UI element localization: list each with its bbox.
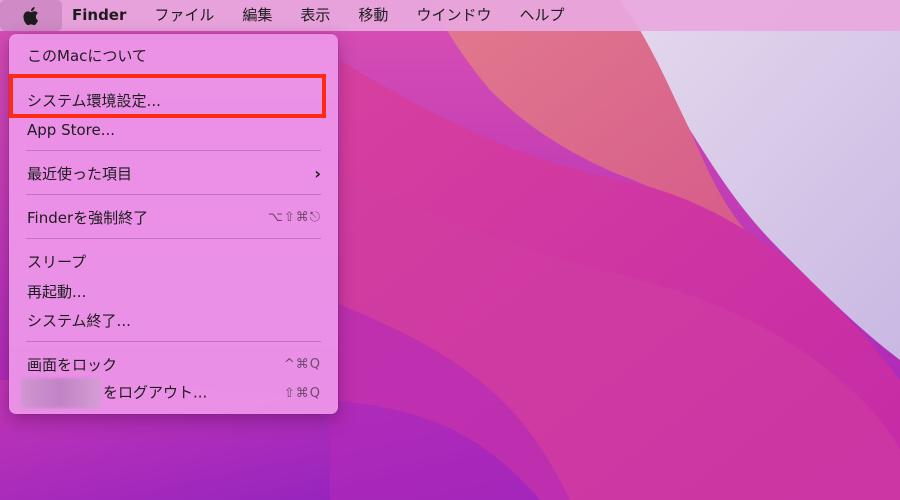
apple-menu-button[interactable] <box>0 0 62 31</box>
menu-item-sleep[interactable]: スリープ <box>9 248 338 274</box>
menu-item-label: スリープ <box>27 252 87 271</box>
menu-item-shut-down[interactable]: システム終了... <box>9 307 338 333</box>
menu-item-recent-items[interactable]: 最近使った項目 › <box>9 160 338 186</box>
menu-item-force-quit[interactable]: Finderを強制終了 ⌥⇧⌘⎋ <box>9 204 338 230</box>
menu-item-label: をログアウト... <box>103 383 208 402</box>
menu-item-label: システム終了... <box>27 311 131 330</box>
menu-item-log-out[interactable]: をログアウト... ⇧⌘Q <box>9 378 338 408</box>
apple-icon <box>22 6 38 25</box>
menu-separator <box>26 74 321 75</box>
menu-separator <box>26 238 321 239</box>
shortcut-force-quit: ⌥⇧⌘⎋ <box>267 209 321 225</box>
menu-item-label: システム環境設定... <box>27 91 161 110</box>
desktop: Finder ファイル 編集 表示 移動 ウインドウ ヘルプ このMacについて… <box>0 0 900 500</box>
menu-item-label: 最近使った項目 <box>27 164 133 183</box>
menu-item-restart[interactable]: 再起動... <box>9 278 338 304</box>
menu-window[interactable]: ウインドウ <box>402 0 505 31</box>
shortcut-lock-screen: ^⌘Q <box>283 356 321 372</box>
menu-item-lock-screen[interactable]: 画面をロック ^⌘Q <box>9 351 338 377</box>
menu-separator <box>26 194 321 195</box>
menu-separator <box>26 150 321 151</box>
shortcut-log-out: ⇧⌘Q <box>283 385 321 401</box>
menu-item-app-store[interactable]: App Store... <box>9 117 338 143</box>
chevron-right-icon: › <box>314 163 321 183</box>
menu-edit[interactable]: 編集 <box>228 0 286 31</box>
menu-go[interactable]: 移動 <box>344 0 402 31</box>
menu-finder[interactable]: Finder <box>62 0 140 31</box>
menu-item-label: App Store... <box>27 121 116 139</box>
menu-item-about-this-mac[interactable]: このMacについて <box>9 42 338 68</box>
menu-bar: Finder ファイル 編集 表示 移動 ウインドウ ヘルプ <box>0 0 900 31</box>
menu-item-label: Finderを強制終了 <box>27 208 149 227</box>
menu-item-label: 再起動... <box>27 282 87 301</box>
menu-item-label: 画面をロック <box>27 355 118 374</box>
menu-view[interactable]: 表示 <box>286 0 344 31</box>
menu-item-label-wrap: をログアウト... <box>21 378 284 408</box>
apple-dropdown-menu: このMacについて システム環境設定... App Store... 最近使った… <box>9 34 338 414</box>
menu-item-system-preferences[interactable]: システム環境設定... <box>9 87 338 113</box>
menu-separator <box>26 341 321 342</box>
redacted-username <box>21 378 101 408</box>
menu-item-label: このMacについて <box>27 46 147 65</box>
menu-help[interactable]: ヘルプ <box>505 0 578 31</box>
menu-file[interactable]: ファイル <box>140 0 228 31</box>
